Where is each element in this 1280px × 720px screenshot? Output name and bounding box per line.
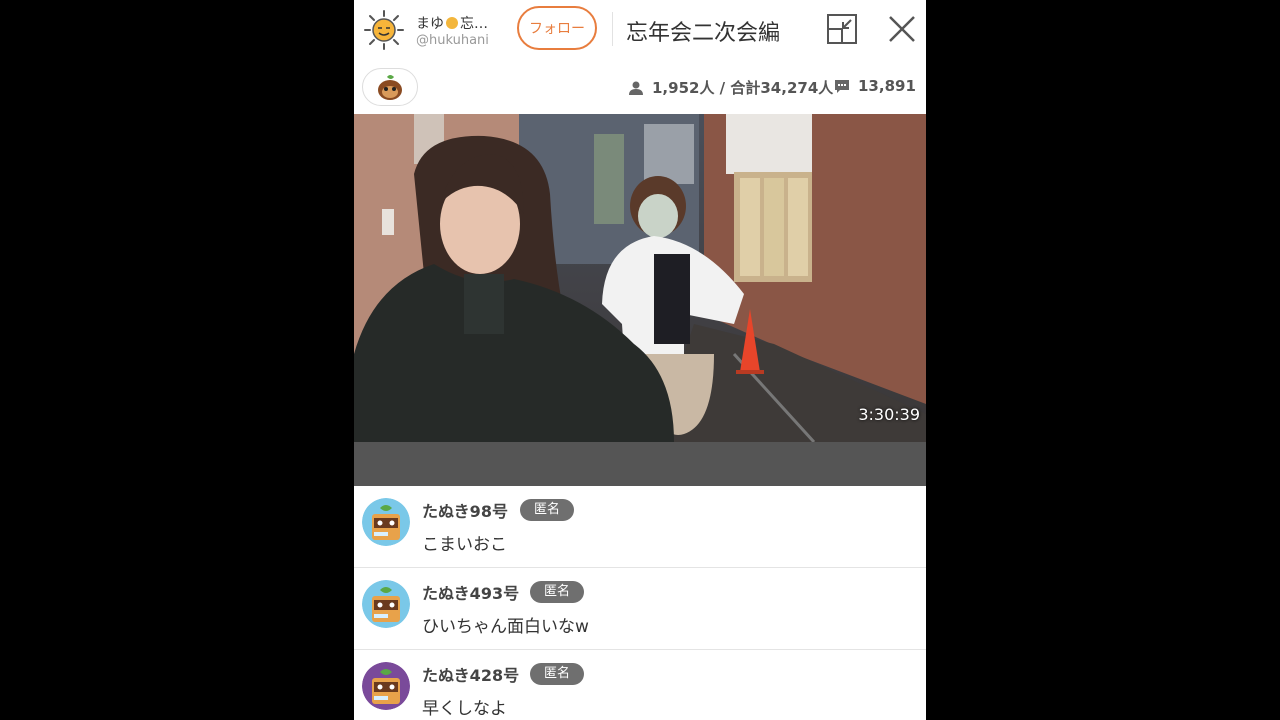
tanuki-mascot-icon <box>378 75 402 100</box>
comment-author: たぬき428号 <box>422 666 520 685</box>
anonymous-badge: 匿名 <box>520 499 575 521</box>
close-icon[interactable] <box>886 13 918 45</box>
video-frame <box>354 114 926 442</box>
streamer-name-text: まゆ <box>416 16 444 32</box>
sun-icon <box>364 10 404 50</box>
follow-button[interactable]: フォロー <box>517 6 597 50</box>
live-stream-screen: まゆ 忘… @hukuhani フォロー 忘年会二次会編 1,952人 / 合計… <box>354 0 926 720</box>
video-controls-area[interactable] <box>354 442 926 486</box>
comment-avatar[interactable] <box>362 662 410 710</box>
comment-avatar[interactable] <box>362 580 410 628</box>
comment-count: 13,891 <box>834 77 916 95</box>
streamer-name[interactable]: まゆ 忘… <box>416 13 488 33</box>
comment-avatar[interactable] <box>362 498 410 546</box>
viewer-count-text: 1,952人 / 合計34,274人 <box>652 79 834 97</box>
video-player[interactable]: 3:30:39 <box>354 114 926 442</box>
comment-author: たぬき493号 <box>422 584 520 603</box>
streamer-avatar[interactable] <box>364 10 404 50</box>
comment-text: ひいちゃん面白いなw <box>422 617 589 637</box>
mascot-button[interactable] <box>362 68 418 106</box>
header-bar: まゆ 忘… @hukuhani フォロー 忘年会二次会編 <box>354 0 926 62</box>
viewer-count: 1,952人 / 合計34,274人 <box>628 77 833 98</box>
comment-row[interactable]: たぬき493号 匿名ひいちゃん面白いなw <box>354 568 926 650</box>
person-icon <box>629 81 643 95</box>
tanuki-avatar-icon <box>362 662 410 710</box>
header-divider <box>612 12 613 46</box>
tanuki-avatar-icon <box>362 580 410 628</box>
minimize-icon[interactable] <box>826 13 858 45</box>
comment-row[interactable]: たぬき428号 匿名早くしなよ <box>354 650 926 720</box>
comment-author: たぬき98号 <box>422 502 508 521</box>
anonymous-badge: 匿名 <box>530 663 585 685</box>
comment-text: こまいおこ <box>422 535 507 555</box>
tanuki-avatar-icon <box>362 498 410 546</box>
comment-row[interactable]: たぬき98号 匿名 こまいおこ <box>354 486 926 568</box>
anonymous-badge: 匿名 <box>530 581 585 603</box>
stream-title: 忘年会二次会編 <box>626 21 781 46</box>
streamer-name-truncated: 忘… <box>460 16 488 32</box>
streamer-handle: @hukuhani <box>416 33 489 48</box>
smile-emoji-icon <box>446 17 458 29</box>
comment-bubble-icon <box>835 80 849 93</box>
comment-count-text: 13,891 <box>858 77 916 95</box>
comment-text: 早くしなよ <box>422 699 507 719</box>
stats-bar: 1,952人 / 合計34,274人 13,891 <box>354 62 926 114</box>
video-elapsed-time: 3:30:39 <box>858 405 920 424</box>
